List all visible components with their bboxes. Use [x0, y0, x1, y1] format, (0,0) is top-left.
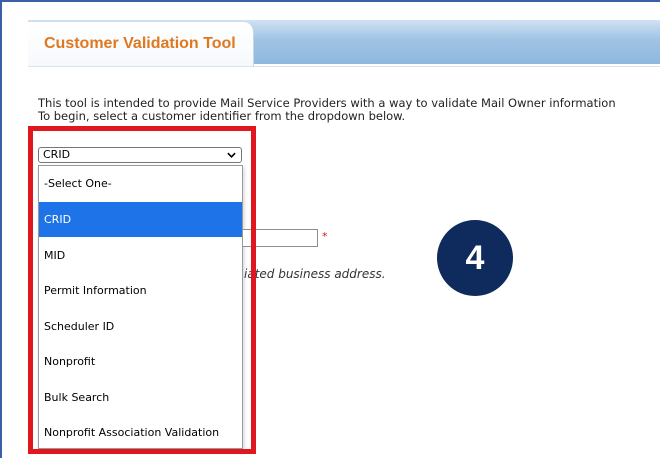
tab-title: Customer Validation Tool: [44, 35, 236, 52]
option-select-one[interactable]: -Select One-: [39, 166, 242, 201]
customer-identifier-select[interactable]: CRID: [38, 147, 242, 163]
address-hint: iated business address.: [244, 267, 386, 281]
content-divider: [28, 66, 660, 67]
intro-text: This tool is intended to provide Mail Se…: [38, 97, 660, 123]
option-mid[interactable]: MID: [39, 238, 242, 273]
option-nonprofit[interactable]: Nonprofit: [39, 344, 242, 379]
intro-line-2: To begin, select a customer identifier f…: [38, 109, 406, 123]
option-nonprofit-association-validation[interactable]: Nonprofit Association Validation: [39, 415, 242, 450]
identifier-input[interactable]: [243, 229, 318, 247]
option-crid[interactable]: CRID: [39, 202, 242, 237]
chevron-down-icon: [227, 152, 236, 158]
option-permit-information[interactable]: Permit Information: [39, 273, 242, 308]
step-badge: 4: [437, 220, 513, 296]
identifier-dropdown-list: -Select One- CRID MID Permit Information…: [38, 165, 243, 449]
select-value: CRID: [43, 148, 71, 161]
required-marker: *: [322, 230, 328, 243]
option-scheduler-id[interactable]: Scheduler ID: [39, 309, 242, 344]
option-bulk-search[interactable]: Bulk Search: [39, 380, 242, 415]
